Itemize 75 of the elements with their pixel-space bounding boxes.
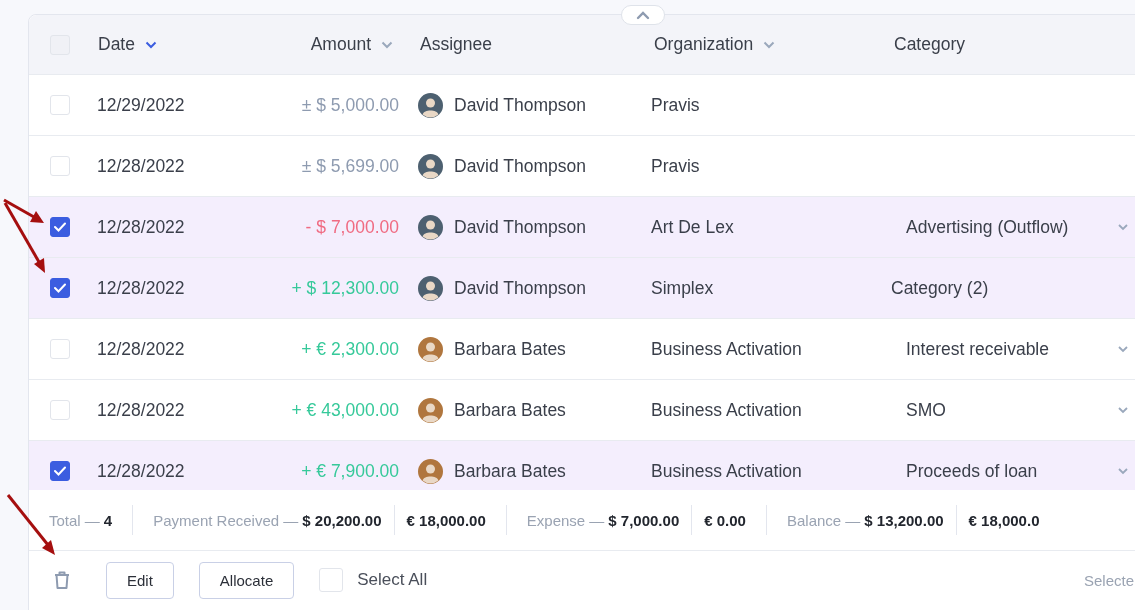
summary-value: $ 13,200.00 — [864, 511, 944, 529]
assignee-name: Barbara Bates — [454, 338, 566, 360]
check-icon — [54, 222, 66, 232]
date-cell: 12/28/2022 — [97, 277, 185, 298]
category-dropdown[interactable]: Proceeds of loan — [891, 460, 1038, 482]
selected-count-text: Selecte — [1083, 571, 1134, 589]
amount-cell: + € 43,000.00 — [291, 399, 399, 420]
organization-cell: Pravis — [651, 155, 700, 176]
table-row[interactable]: 12/28/2022 + € 7,900.00 Barbara Bates Business Activation Proceeds of loan — [29, 441, 1135, 490]
sort-chevron-icon[interactable] — [144, 40, 157, 49]
summary-value: € 18,000.00 — [393, 505, 486, 535]
date-cell: 12/29/2022 — [97, 94, 185, 115]
chevron-down-icon[interactable] — [1117, 406, 1129, 414]
organization-cell: Business Activation — [651, 460, 802, 481]
column-header[interactable]: Amount — [310, 34, 371, 55]
date-cell: 12/28/2022 — [97, 460, 185, 481]
date-cell: 12/28/2022 — [97, 338, 185, 359]
action-button[interactable]: Allocate — [198, 561, 295, 599]
chevron-down-icon[interactable] — [1117, 345, 1129, 353]
select-all-label[interactable]: Select All — [357, 570, 428, 590]
amount-cell: ± $ 5,000.00 — [301, 94, 399, 115]
summary-value: $ 7,000.00 — [608, 511, 680, 529]
date-cell: 12/28/2022 — [97, 155, 185, 176]
action-button[interactable]: Edit — [106, 561, 174, 599]
column-header[interactable]: Organization — [654, 34, 754, 55]
organization-cell: Simplex — [651, 277, 714, 298]
amount-cell: + $ 12,300.00 — [291, 277, 399, 298]
category-dropdown[interactable]: SMO — [891, 399, 946, 421]
summary-value: 4 — [103, 511, 113, 529]
summary-value: $ 20,200.00 — [302, 511, 382, 529]
table-row[interactable]: 12/28/2022 + $ 12,300.00 David Thompson Simplex Category (2) — [29, 258, 1135, 319]
summary-value: € 18,000.0 — [955, 505, 1040, 535]
assignee-name: David Thompson — [454, 277, 586, 299]
category-dropdown[interactable]: Interest receivable — [891, 338, 1049, 360]
check-icon — [54, 283, 66, 293]
summary-label: Balance — — [786, 511, 861, 529]
summary-label: Total — — [49, 511, 100, 529]
table-row[interactable]: 12/29/2022 ± $ 5,000.00 David Thompson Pravis — [29, 75, 1135, 136]
summary-value: € 0.00 — [691, 505, 746, 535]
amount-cell: + € 2,300.00 — [301, 338, 399, 359]
chevron-up-icon — [636, 10, 650, 20]
chevron-down-icon[interactable] — [1117, 467, 1129, 475]
column-header: Assignee — [420, 34, 492, 55]
date-cell: 12/28/2022 — [97, 216, 185, 237]
assignee-name: David Thompson — [454, 94, 586, 116]
assignee-name: David Thompson — [454, 216, 586, 238]
select-all-checkbox[interactable] — [319, 568, 344, 592]
organization-cell: Pravis — [651, 94, 700, 115]
assignee-name: Barbara Bates — [454, 460, 566, 482]
amount-cell: - $ 7,000.00 — [305, 216, 399, 237]
amount-cell: ± $ 5,699.00 — [301, 155, 399, 176]
column-header[interactable]: Date — [98, 34, 135, 55]
trash-icon[interactable] — [53, 570, 71, 590]
column-header: Category — [894, 34, 965, 55]
sort-chevron-icon[interactable] — [381, 40, 393, 49]
row-checkbox[interactable] — [50, 461, 70, 481]
amount-cell: + € 7,900.00 — [301, 460, 399, 481]
table-row[interactable]: 12/28/2022 + € 2,300.00 Barbara Bates Business Activation Interest receivable — [29, 319, 1135, 380]
category-dropdown[interactable]: Advertising (Outflow) — [891, 216, 1069, 238]
table-row[interactable]: 12/28/2022 - $ 7,000.00 David Thompson Art De Lex Advertising (Outflow) — [29, 197, 1135, 258]
organization-cell: Art De Lex — [651, 216, 734, 237]
category-cell[interactable]: Category (2) — [891, 277, 989, 299]
summary-label: Expense — — [526, 511, 605, 529]
summary-label: Payment Received — — [153, 511, 299, 529]
date-cell: 12/28/2022 — [97, 399, 185, 420]
organization-cell: Business Activation — [651, 399, 802, 420]
sort-chevron-icon[interactable] — [763, 40, 776, 49]
organization-cell: Business Activation — [651, 338, 802, 359]
assignee-name: David Thompson — [454, 155, 586, 177]
chevron-down-icon[interactable] — [1117, 223, 1129, 231]
row-checkbox[interactable] — [50, 217, 70, 237]
assignee-name: Barbara Bates — [454, 399, 566, 421]
collapse-button[interactable] — [621, 5, 665, 25]
row-checkbox[interactable] — [50, 278, 70, 298]
check-icon — [54, 466, 66, 476]
